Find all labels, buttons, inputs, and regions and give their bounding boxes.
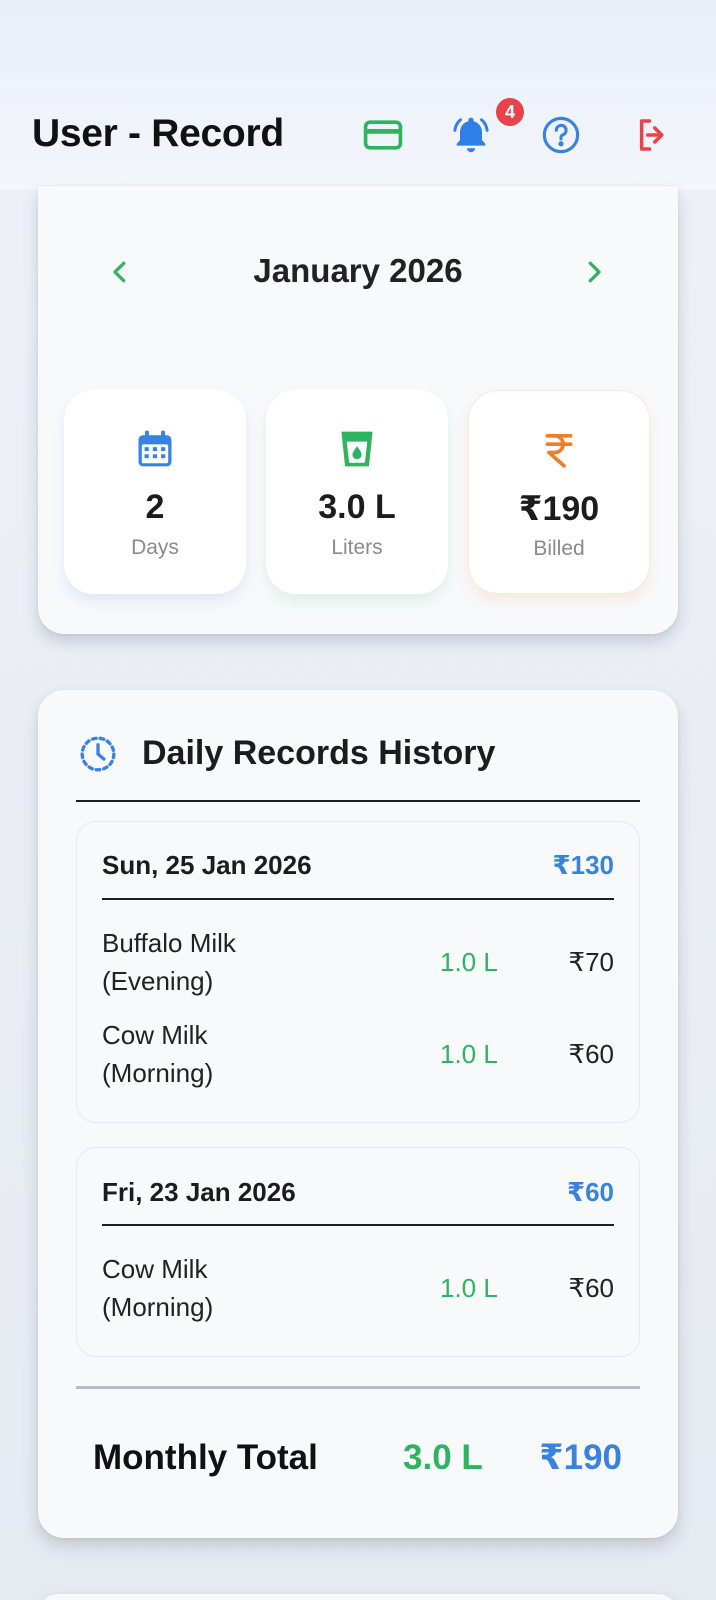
entry-name: Cow Milk (Morning) [102, 1020, 214, 1088]
notification-badge: 4 [494, 96, 526, 128]
stat-days: 2 Days [64, 390, 246, 594]
monthly-total-label: Monthly Total [93, 1438, 318, 1477]
days-value: 2 [145, 488, 165, 526]
month-label: January 2026 [253, 252, 463, 289]
billed-value: ₹190 [518, 490, 600, 528]
liters-label: Liters [331, 536, 383, 559]
liters-value: 3.0 L [318, 488, 396, 526]
page-title: User - Record [32, 112, 284, 155]
prev-month-button[interactable] [100, 250, 140, 294]
app-header: User - Record 4 [0, 0, 716, 190]
card-icon[interactable] [360, 112, 406, 158]
logout-icon[interactable] [630, 112, 676, 158]
billed-label: Billed [533, 537, 585, 560]
day-date: Fri, 23 Jan 2026 [102, 1177, 296, 1207]
stat-liters: 3.0 L Liters [266, 390, 448, 594]
entry-liters: 1.0 L [440, 1273, 498, 1303]
history-clock-icon [78, 734, 118, 779]
chevron-right-icon [588, 261, 601, 283]
entry-name: Cow Milk (Morning) [102, 1254, 214, 1322]
history-divider [76, 800, 640, 802]
total-divider [76, 1386, 640, 1389]
day-divider [102, 898, 614, 900]
milk-glass-icon [266, 426, 448, 476]
day-total: ₹60 [566, 1177, 614, 1207]
rupee-icon [469, 427, 649, 477]
monthly-total-liters: 3.0 L [403, 1438, 483, 1477]
calendar-icon [64, 426, 246, 476]
entry-liters: 1.0 L [440, 1039, 498, 1069]
entry-amount: ₹60 [568, 1039, 614, 1069]
next-card [38, 1594, 678, 1600]
day-divider [102, 1224, 614, 1226]
monthly-total-amount: ₹190 [539, 1438, 622, 1477]
entry-liters: 1.0 L [440, 947, 498, 977]
entry-name: Buffalo Milk (Evening) [102, 928, 236, 996]
bell-icon[interactable] [448, 112, 494, 158]
stat-billed: ₹190 Billed [468, 390, 650, 594]
day-total: ₹130 [552, 850, 614, 880]
help-icon[interactable] [538, 112, 584, 158]
entry-amount: ₹60 [568, 1273, 614, 1303]
entry-amount: ₹70 [568, 947, 614, 977]
chevron-left-icon [113, 261, 126, 283]
day-date: Sun, 25 Jan 2026 [102, 850, 312, 880]
history-title: Daily Records History [142, 734, 496, 772]
next-month-button[interactable] [574, 250, 614, 294]
days-label: Days [131, 536, 179, 559]
